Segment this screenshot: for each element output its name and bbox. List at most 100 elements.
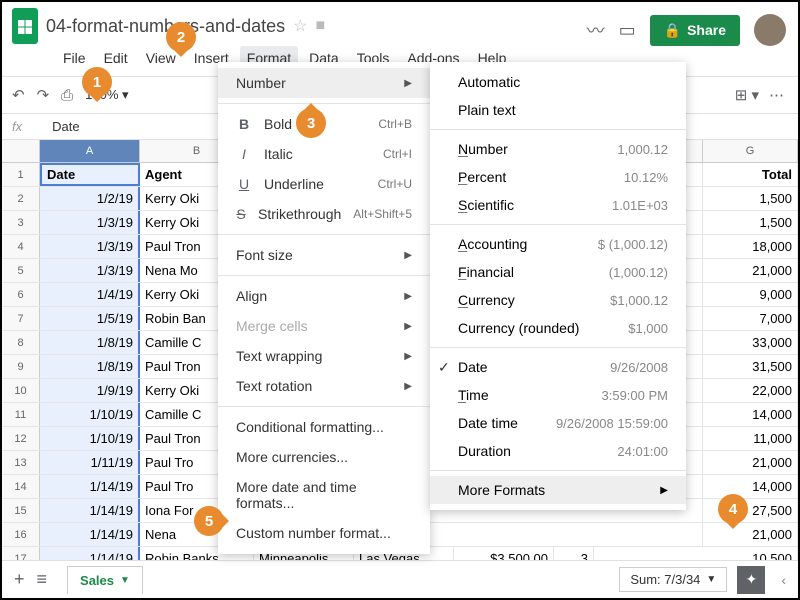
cell[interactable]: 11,000 <box>703 427 798 450</box>
sheet-tab[interactable]: Sales▼ <box>67 566 143 594</box>
format-wrap[interactable]: Text wrapping▶ <box>218 341 430 371</box>
row-header[interactable]: 14 <box>2 475 40 498</box>
num-automatic[interactable]: Automatic <box>430 68 686 96</box>
redo-icon[interactable]: ↷ <box>37 86 50 104</box>
cell[interactable]: 1/14/19 <box>40 475 140 498</box>
formula-value[interactable]: Date <box>52 119 79 134</box>
more-icon[interactable]: ⋯ <box>769 86 784 104</box>
chevron-down-icon: ▼ <box>120 575 130 586</box>
undo-icon[interactable]: ↶ <box>12 86 25 104</box>
menu-file[interactable]: File <box>56 46 93 70</box>
row-header[interactable]: 4 <box>2 235 40 258</box>
num-percent[interactable]: Percent10.12% <box>430 163 686 191</box>
comment-icon[interactable]: ▭ <box>619 20 636 41</box>
share-button[interactable]: 🔒Share <box>650 15 740 46</box>
num-duration[interactable]: Duration24:01:00 <box>430 437 686 465</box>
num-date[interactable]: ✓Date9/26/2008 <box>430 353 686 381</box>
menu-edit[interactable]: Edit <box>97 46 135 70</box>
cell[interactable]: 1/5/19 <box>40 307 140 330</box>
format-custom-number[interactable]: Custom number format... <box>218 518 430 548</box>
format-fontsize[interactable]: Font size▶ <box>218 240 430 270</box>
num-plain[interactable]: Plain text <box>430 96 686 124</box>
insert-icon[interactable]: ⊞ ▾ <box>735 86 759 104</box>
add-sheet-icon[interactable]: + <box>8 569 31 590</box>
cell[interactable]: 22,000 <box>703 379 798 402</box>
cell[interactable]: 21,000 <box>703 451 798 474</box>
num-number[interactable]: Number1,000.12 <box>430 135 686 163</box>
all-sheets-icon[interactable]: ≡ <box>31 569 54 590</box>
cell[interactable]: 14,000 <box>703 475 798 498</box>
num-datetime[interactable]: Date time9/26/2008 15:59:00 <box>430 409 686 437</box>
format-strike[interactable]: SStrikethroughAlt+Shift+5 <box>218 199 430 229</box>
cell[interactable]: 14,000 <box>703 403 798 426</box>
row-header[interactable]: 6 <box>2 283 40 306</box>
format-more-dates[interactable]: More date and time formats... <box>218 472 430 518</box>
row-header[interactable]: 3 <box>2 211 40 234</box>
row-header[interactable]: 5 <box>2 259 40 282</box>
cell[interactable]: 1/3/19 <box>40 235 140 258</box>
chevron-left-icon[interactable]: ‹ <box>775 572 792 588</box>
row-header[interactable]: 8 <box>2 331 40 354</box>
folder-icon[interactable]: ■ <box>315 17 325 35</box>
format-italic[interactable]: IItalicCtrl+I <box>218 139 430 169</box>
fx-label: fx <box>12 119 22 134</box>
cell[interactable]: 21,000 <box>703 259 798 282</box>
cell[interactable]: 1/10/19 <box>40 427 140 450</box>
row-header[interactable]: 1 <box>2 163 40 186</box>
row-header[interactable]: 10 <box>2 379 40 402</box>
row-header[interactable]: 13 <box>2 451 40 474</box>
explore-icon[interactable]: ✦ <box>737 566 765 594</box>
cell[interactable]: 18,000 <box>703 235 798 258</box>
num-currency-rounded[interactable]: Currency (rounded)$1,000 <box>430 314 686 342</box>
print-icon[interactable]: ⎙ <box>61 87 73 104</box>
num-currency[interactable]: Currency$1,000.12 <box>430 286 686 314</box>
cell[interactable]: 1/3/19 <box>40 259 140 282</box>
cell[interactable]: 1/14/19 <box>40 523 140 546</box>
cell[interactable]: 33,000 <box>703 331 798 354</box>
cell[interactable]: 1/4/19 <box>40 283 140 306</box>
format-align[interactable]: Align▶ <box>218 281 430 311</box>
sum-display[interactable]: Sum: 7/3/34▼ <box>619 567 727 592</box>
callout-3: 3 <box>296 108 326 138</box>
format-underline[interactable]: UUnderlineCtrl+U <box>218 169 430 199</box>
cell[interactable]: 1/8/19 <box>40 331 140 354</box>
cell[interactable]: 1/2/19 <box>40 187 140 210</box>
format-more-currencies[interactable]: More currencies... <box>218 442 430 472</box>
cell[interactable]: 1/10/19 <box>40 403 140 426</box>
format-conditional[interactable]: Conditional formatting... <box>218 412 430 442</box>
cell[interactable]: 1/8/19 <box>40 355 140 378</box>
row-header[interactable]: 12 <box>2 427 40 450</box>
cell[interactable]: 21,000 <box>703 523 798 546</box>
header: 04-format-numbers-and-dates ☆ ■ File Edi… <box>2 2 798 70</box>
row-header[interactable]: 2 <box>2 187 40 210</box>
cell[interactable]: 1,500 <box>703 211 798 234</box>
cell[interactable]: Date <box>40 163 140 186</box>
cell[interactable]: 9,000 <box>703 283 798 306</box>
cell[interactable]: 1/3/19 <box>40 211 140 234</box>
cell[interactable]: Total <box>703 163 798 186</box>
cell[interactable]: 1/9/19 <box>40 379 140 402</box>
select-all[interactable] <box>2 140 40 162</box>
trend-icon[interactable]: 〰 <box>587 17 605 43</box>
num-time[interactable]: Time3:59:00 PM <box>430 381 686 409</box>
row-header[interactable]: 16 <box>2 523 40 546</box>
avatar[interactable] <box>754 14 786 46</box>
num-more-formats[interactable]: More Formats▶ <box>430 476 686 504</box>
row-header[interactable]: 11 <box>2 403 40 426</box>
cell[interactable]: 7,000 <box>703 307 798 330</box>
row-header[interactable]: 9 <box>2 355 40 378</box>
format-rotate[interactable]: Text rotation▶ <box>218 371 430 401</box>
cell[interactable]: 31,500 <box>703 355 798 378</box>
cell[interactable]: 1/11/19 <box>40 451 140 474</box>
col-header-g[interactable]: G <box>703 140 798 162</box>
col-header-a[interactable]: A <box>40 140 140 162</box>
row-header[interactable]: 7 <box>2 307 40 330</box>
format-number[interactable]: Number▶ <box>218 68 430 98</box>
row-header[interactable]: 15 <box>2 499 40 522</box>
star-icon[interactable]: ☆ <box>293 16 307 36</box>
num-accounting[interactable]: Accounting$ (1,000.12) <box>430 230 686 258</box>
cell[interactable]: 1,500 <box>703 187 798 210</box>
num-scientific[interactable]: Scientific1.01E+03 <box>430 191 686 219</box>
cell[interactable]: 1/14/19 <box>40 499 140 522</box>
num-financial[interactable]: Financial(1,000.12) <box>430 258 686 286</box>
